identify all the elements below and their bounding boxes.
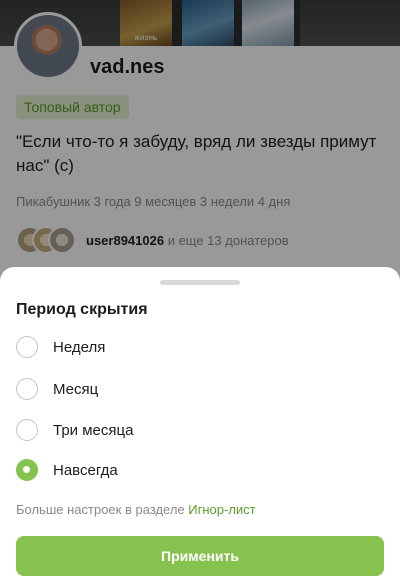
sheet-title: Период скрытия	[16, 301, 148, 318]
apply-button[interactable]: Применить	[16, 536, 384, 576]
option-three-months[interactable]: Три месяца	[16, 414, 384, 446]
radio-unchecked-icon[interactable]	[16, 378, 38, 400]
option-week[interactable]: Неделя	[16, 331, 384, 363]
radio-unchecked-icon[interactable]	[16, 336, 38, 358]
option-forever[interactable]: Навсегда	[16, 454, 384, 486]
more-settings-text: Больше настроек в разделе Игнор-лист	[16, 502, 256, 517]
ignore-list-link[interactable]: Игнор-лист	[188, 502, 255, 517]
option-label: Месяц	[53, 380, 99, 398]
drag-handle[interactable]	[160, 280, 240, 285]
radio-checked-icon[interactable]	[16, 459, 38, 481]
bottom-sheet: Период скрытия Неделя Месяц Три месяца Н…	[0, 267, 400, 583]
option-label: Три месяца	[53, 421, 134, 439]
more-settings-label: Больше настроек в разделе	[16, 502, 189, 517]
option-month[interactable]: Месяц	[16, 373, 384, 405]
option-label: Навсегда	[53, 461, 118, 479]
radio-unchecked-icon[interactable]	[16, 419, 38, 441]
option-label: Неделя	[53, 338, 106, 356]
